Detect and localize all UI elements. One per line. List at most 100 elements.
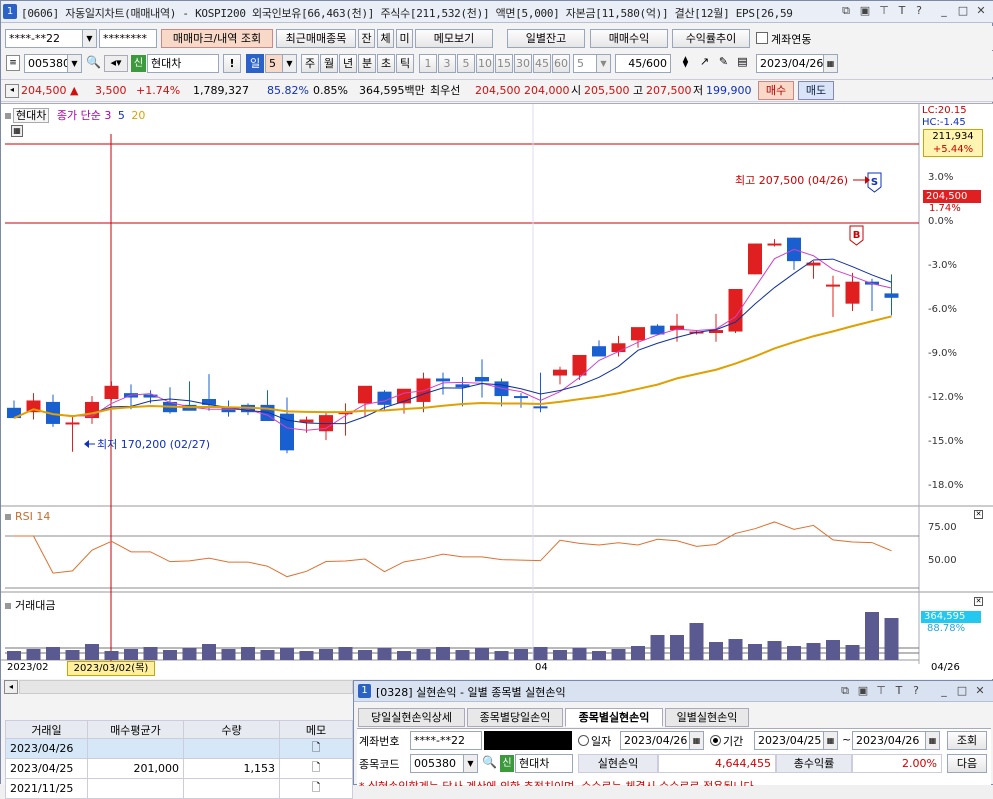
volume-bar[interactable]: [182, 648, 197, 660]
interval-count-select[interactable]: 5 ▼: [573, 54, 611, 73]
search-icon[interactable]: 🔍: [481, 755, 498, 772]
candle-body[interactable]: [572, 355, 587, 376]
volume-bar[interactable]: [884, 618, 899, 660]
volume-bar[interactable]: [611, 649, 626, 660]
volume-bar[interactable]: [241, 647, 255, 660]
volume-bar[interactable]: [689, 623, 704, 660]
calendar-icon[interactable]: ▦: [823, 732, 837, 749]
daily-balance-button[interactable]: 일별잔고: [507, 29, 585, 48]
volume-bar[interactable]: [397, 651, 411, 660]
candle-body[interactable]: [631, 327, 645, 341]
link-icon[interactable]: ⧉: [838, 684, 852, 698]
volume-bar[interactable]: [26, 649, 41, 660]
candle-body[interactable]: [65, 422, 80, 425]
interval-15-button[interactable]: 15: [495, 54, 513, 73]
return-trend-button[interactable]: 수익률추이: [672, 29, 750, 48]
calendar-icon[interactable]: ▦: [823, 55, 837, 72]
pin-icon[interactable]: ⊤: [877, 4, 891, 18]
from-date-field[interactable]: 2023/04/25 ▦: [754, 731, 838, 750]
period-year-button[interactable]: 년: [339, 54, 357, 73]
chevron-down-icon[interactable]: ▼: [82, 30, 96, 47]
chevron-down-icon[interactable]: ▼: [282, 55, 296, 72]
volume-bar[interactable]: [46, 647, 60, 660]
volume-bar[interactable]: [377, 648, 392, 660]
sound-icon[interactable]: ◂▾: [104, 55, 128, 72]
candle-body[interactable]: [845, 281, 860, 304]
account-select[interactable]: ****-**22 ▼: [5, 29, 97, 48]
table-row[interactable]: 2023/04/25 201,000 1,153 🗋: [5, 758, 353, 779]
candle-body[interactable]: [358, 385, 372, 404]
draw-icon[interactable]: ✎: [715, 55, 732, 72]
volume-bar[interactable]: [787, 646, 801, 660]
volume-bar[interactable]: [806, 643, 821, 660]
memo-icon[interactable]: 🗋: [279, 758, 353, 779]
volume-bar[interactable]: [572, 648, 587, 660]
calendar-icon[interactable]: ▦: [689, 732, 703, 749]
buy-marker[interactable]: B: [849, 225, 864, 246]
stock-code-input[interactable]: 005380 ▼: [24, 54, 82, 73]
volume-bar[interactable]: [143, 647, 158, 660]
interval-45-button[interactable]: 45: [533, 54, 551, 73]
volume-bar[interactable]: [514, 649, 528, 660]
volume-bar[interactable]: [7, 651, 21, 660]
volume-bar[interactable]: [865, 612, 879, 660]
save-icon[interactable]: ▤: [734, 55, 751, 72]
volume-bar[interactable]: [319, 649, 333, 660]
candle-body[interactable]: [475, 377, 489, 382]
table-row[interactable]: 2021/11/25 🗋: [5, 778, 353, 799]
table-toggle-icon[interactable]: ▦: [11, 125, 23, 137]
candle-body[interactable]: [514, 396, 528, 399]
interval-30-button[interactable]: 30: [514, 54, 532, 73]
volume-bar[interactable]: [631, 646, 645, 660]
rsi-close-icon[interactable]: ✕: [974, 510, 983, 519]
volume-bar[interactable]: [104, 651, 119, 660]
volume-bar[interactable]: [338, 647, 353, 660]
maximize-icon[interactable]: □: [955, 684, 969, 698]
restore-icon[interactable]: ▣: [858, 4, 872, 18]
period-value-select[interactable]: 5 ▼: [265, 54, 297, 73]
interval-10-button[interactable]: 10: [476, 54, 494, 73]
volume-bar[interactable]: [280, 648, 294, 660]
radio-period[interactable]: [710, 735, 721, 746]
display-count-field[interactable]: 45/600: [615, 54, 671, 73]
buy-button[interactable]: 매수: [758, 81, 794, 100]
period-tick-button[interactable]: 틱: [396, 54, 414, 73]
maximize-icon[interactable]: □: [956, 4, 970, 18]
candle-body[interactable]: [280, 413, 294, 451]
volume-bar[interactable]: [299, 651, 314, 660]
volume-bar[interactable]: [709, 642, 723, 660]
volume-close-icon[interactable]: ✕: [974, 597, 983, 606]
calendar-icon[interactable]: ▦: [925, 732, 939, 749]
minimize-icon[interactable]: _: [937, 684, 951, 698]
interval-1-button[interactable]: 1: [419, 54, 437, 73]
volume-bar[interactable]: [650, 635, 665, 660]
memo-icon[interactable]: 🗋: [279, 778, 353, 799]
radio-day[interactable]: [578, 735, 589, 746]
volume-bar[interactable]: [553, 650, 567, 660]
text-icon[interactable]: T: [892, 684, 906, 698]
interval-3-button[interactable]: 3: [438, 54, 456, 73]
candle-body[interactable]: [377, 391, 392, 405]
volume-bar[interactable]: [85, 644, 99, 660]
volume-bar[interactable]: [416, 649, 431, 660]
chevron-down-icon[interactable]: ▼: [463, 755, 477, 772]
volume-bar[interactable]: [124, 649, 138, 660]
tab-daily-realized[interactable]: 일별실현손익: [665, 708, 749, 727]
close-icon[interactable]: ✕: [974, 4, 988, 18]
candle-body[interactable]: [533, 406, 548, 409]
chart-area[interactable]: B S 최고 207,500 (04/26) 최저 170,200 (02/27…: [1, 103, 993, 679]
volume-bar[interactable]: [221, 649, 236, 660]
trade-mark-query-button[interactable]: 매매마크/내역 조회: [161, 29, 273, 48]
link-icon[interactable]: ⧉: [839, 4, 853, 18]
text-icon[interactable]: T: [895, 4, 909, 18]
volume-bar[interactable]: [826, 640, 840, 660]
volume-bar[interactable]: [728, 639, 743, 660]
volume-bar[interactable]: [592, 651, 606, 660]
sell-marker[interactable]: S: [867, 172, 882, 193]
sub-stock-name[interactable]: 현대차: [515, 754, 573, 773]
volume-bar[interactable]: [494, 651, 509, 660]
restore-icon[interactable]: ▣: [856, 684, 870, 698]
volume-bar[interactable]: [163, 650, 177, 660]
candle-body[interactable]: [104, 385, 119, 399]
candle-body[interactable]: [592, 346, 606, 357]
